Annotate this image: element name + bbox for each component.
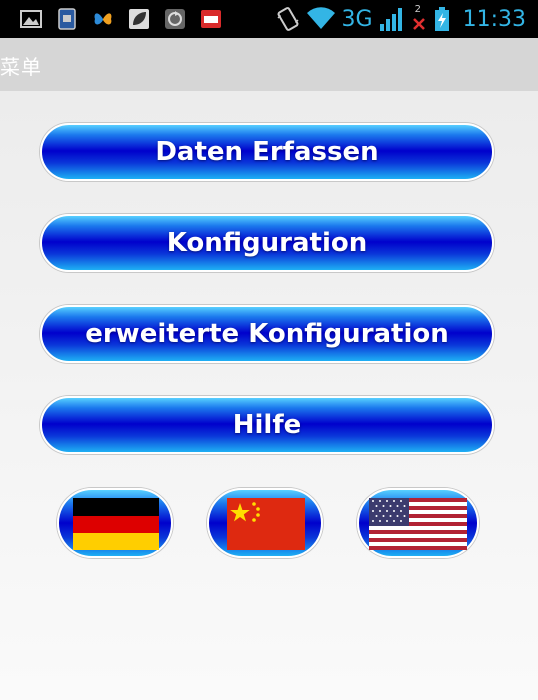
gallery-icon — [20, 10, 42, 28]
page-title: 菜单 — [0, 55, 42, 79]
hilfe-button[interactable]: Hilfe — [40, 396, 494, 454]
daten-erfassen-label: Daten Erfassen — [155, 137, 379, 167]
sim-icon — [58, 8, 76, 30]
leaf-icon — [129, 9, 149, 29]
news-app-icon — [201, 10, 221, 28]
backup-icon — [165, 9, 185, 29]
konfiguration-button[interactable]: Konfiguration — [40, 214, 494, 272]
battery-charging-icon — [434, 7, 449, 31]
erweiterte-konfiguration-label: erweiterte Konfiguration — [85, 319, 449, 349]
germany-flag-icon — [73, 498, 159, 550]
network-type-label: 3G — [341, 6, 373, 32]
language-english-button[interactable] — [357, 488, 479, 558]
wifi-icon — [306, 7, 335, 29]
hilfe-label: Hilfe — [232, 410, 302, 440]
china-flag-icon — [227, 498, 305, 550]
vibrate-icon — [277, 7, 299, 31]
erweiterte-konfiguration-button[interactable]: erweiterte Konfiguration — [40, 305, 494, 363]
language-german-button[interactable] — [57, 488, 173, 558]
status-bar: 3G 2 11:33 — [0, 0, 538, 38]
status-icons-right: 3G 2 11:33 — [276, 4, 526, 34]
butterfly-icon — [94, 13, 112, 25]
daten-erfassen-button[interactable]: Daten Erfassen — [40, 123, 494, 181]
signal-icon — [379, 6, 405, 32]
usa-flag-icon — [369, 498, 467, 550]
language-chinese-button[interactable] — [207, 488, 323, 558]
no-data-icon: 2 — [411, 4, 427, 32]
app-title-bar: 菜单 — [0, 38, 538, 91]
signal-badge: 2 — [414, 4, 421, 15]
konfiguration-label: Konfiguration — [166, 228, 368, 258]
clock-time: 11:33 — [462, 6, 526, 32]
